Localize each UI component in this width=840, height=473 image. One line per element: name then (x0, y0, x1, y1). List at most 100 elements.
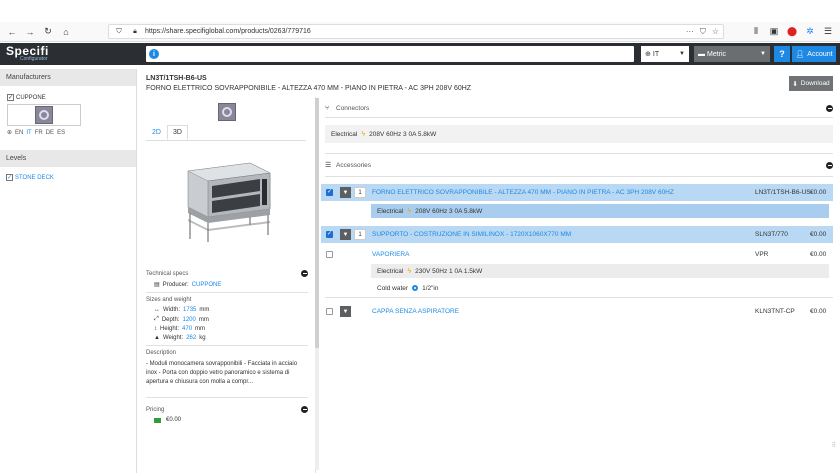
sidebar-icon[interactable]: ▣ (768, 25, 780, 37)
accessory-checkbox[interactable] (326, 308, 333, 315)
address-bar[interactable]: ⛉ 🔒︎ https://share.specifiglobal.com/pro… (108, 24, 724, 39)
accessory-checkbox[interactable] (326, 251, 333, 258)
menu-icon[interactable]: ☰ (822, 25, 834, 37)
extension-icon[interactable]: ✲ (804, 25, 816, 37)
depth-line: ⤢ Depth: 1200 mm (154, 316, 209, 323)
width-arrows-icon: ↔ (154, 307, 160, 313)
manufacturer-logo (218, 103, 236, 121)
info-icon[interactable]: i (149, 49, 159, 59)
description-text: - Moduli monocamera sovrapponibili - Fac… (146, 361, 298, 385)
accessory-code: SLN3T/770 (755, 231, 788, 238)
technical-specs: Technical specs ▤ Producer: CUPPONE Size… (146, 270, 308, 426)
lang-fr[interactable]: FR (35, 130, 43, 136)
collapse-icon[interactable] (826, 161, 833, 169)
product-name: FORNO ELETTRICO SOVRAPPONIBILE - ALTEZZA… (146, 85, 472, 92)
quantity-input[interactable]: 1 (354, 187, 366, 198)
home-icon[interactable]: ⌂ (60, 26, 72, 38)
quantity-input[interactable]: 1 (354, 229, 366, 240)
url-text[interactable]: https://share.specifiglobal.com/products… (145, 28, 311, 35)
ruler-icon: ▬ (698, 50, 705, 58)
library-icon[interactable]: ⫴ (750, 25, 762, 37)
reload-icon[interactable]: ↻ (42, 26, 54, 38)
specifi-logo[interactable]: Specifi Configurator (0, 45, 60, 62)
tab-2d[interactable]: 2D (146, 125, 167, 140)
accessory-row[interactable]: ▼ 1 FORNO ELETTRICO SOVRAPPONIBILE - ALT… (321, 184, 833, 201)
globe-icon: ⊕ (645, 51, 651, 58)
product-detail-panel: 2D 3D Technical specs ▤ Producer: CUPPON… (140, 97, 316, 473)
page-actions-icon[interactable]: ··· (686, 27, 694, 37)
accessory-name[interactable]: SUPPORTO - COSTRUZIONE IN SIMILINOX - 17… (372, 231, 571, 238)
manufacturer-card[interactable]: ✓ CUPPONE ⊕ EN IT FR DE ES (7, 94, 136, 136)
chevron-down-icon[interactable]: ▼ (340, 187, 351, 198)
manufacturer-name: CUPPONE (16, 94, 46, 101)
lang-es[interactable]: ES (57, 130, 65, 136)
accessory-name[interactable]: FORNO ELETTRICO SOVRAPPONIBILE - ALTEZZA… (372, 189, 674, 196)
accessories-header[interactable]: ☰ Accessories (325, 158, 833, 172)
height-line: ↕ Height: 470 mm (154, 326, 206, 332)
resize-handle-icon[interactable]: ⠿ (832, 442, 836, 449)
lock-icon: 🔒︎ (133, 27, 137, 35)
accessory-row[interactable]: ▼ CAPPA SENZA ASPIRATORE KLN3TNT-CP €0.0… (321, 303, 833, 320)
accessory-code: KLN3TNT-CP (755, 308, 795, 315)
left-scrollbar[interactable] (315, 98, 319, 470)
width-line: ↔ Width: 1735 mm (154, 307, 210, 313)
search-input[interactable]: i (146, 46, 634, 62)
pocket-icon[interactable]: ⛉ (700, 27, 706, 37)
download-button[interactable]: ⬇ Download (789, 76, 833, 91)
id-card-icon: ▤ (154, 282, 160, 288)
bookmark-star-icon[interactable]: ☆ (712, 27, 719, 37)
accessory-price: €0.00 (810, 251, 827, 258)
money-icon (154, 417, 161, 423)
weight-line: ▲ Weight: 262 kg (154, 335, 206, 341)
description-title: Description (146, 350, 177, 356)
accessory-connector: Cold water 1/2"in (377, 284, 439, 292)
chevron-down-icon: ▼ (760, 51, 766, 57)
level-stone-deck[interactable]: ✓ STONE DECK (0, 174, 136, 181)
accessory-price: €0.00 (810, 308, 827, 315)
depth-arrow-icon: ⤢ (154, 316, 159, 322)
accessory-code: VPR (755, 251, 769, 258)
accessory-row[interactable]: VAPORIERA VPR €0.00 (321, 246, 833, 263)
lang-en[interactable]: EN (15, 130, 23, 136)
language-list: ⊕ EN IT FR DE ES (7, 129, 136, 137)
level-checkbox[interactable]: ✓ (6, 174, 13, 181)
download-icon: ⬇ (792, 80, 798, 88)
accessory-name[interactable]: VAPORIERA (372, 251, 409, 258)
forward-icon[interactable]: → (24, 26, 36, 38)
collapse-icon[interactable] (826, 104, 833, 112)
technical-specs-title: Technical specs (146, 270, 189, 277)
chevron-down-icon: ▼ (679, 51, 685, 57)
shield-icon: ⛉ (116, 27, 122, 35)
accessory-row[interactable]: ▼ 1 SUPPORTO - COSTRUZIONE IN SIMILINOX … (321, 226, 833, 243)
back-icon[interactable]: ← (6, 26, 18, 38)
producer-link[interactable]: CUPPONE (192, 282, 222, 288)
levels-title: Levels (0, 150, 136, 167)
product-code: LN3T/1TSH-B6-US (146, 75, 207, 82)
accessory-connector: Electrical ϟ 230V 50Hz 1 0A 1.5kW (371, 264, 829, 278)
globe-icon: ⊕ (7, 130, 13, 136)
connectors-header[interactable]: ⑂ Connectors (325, 101, 833, 115)
language-select[interactable]: ⊕ IT ▼ (641, 46, 689, 62)
manufacturers-title: Manufacturers (0, 69, 136, 86)
collapse-icon[interactable] (301, 406, 308, 413)
help-button[interactable]: ? (774, 46, 790, 62)
user-icon: 👤︎ (795, 51, 805, 58)
tab-3d[interactable]: 3D (166, 125, 188, 140)
units-select[interactable]: ▬ Metric ▼ (694, 46, 770, 62)
account-button[interactable]: 👤︎ Account (792, 46, 836, 62)
accessory-checkbox[interactable] (326, 188, 333, 196)
adblock-icon[interactable]: ⬤ (786, 25, 798, 37)
chevron-down-icon[interactable]: ▼ (340, 229, 351, 240)
manufacturer-checkbox[interactable]: ✓ (7, 94, 14, 101)
product-image (187, 162, 271, 242)
collapse-icon[interactable] (301, 270, 308, 277)
chevron-down-icon[interactable]: ▼ (340, 306, 351, 317)
accessory-price: €0.00 (810, 231, 827, 238)
list-icon: ☰ (325, 162, 332, 169)
accessory-name[interactable]: CAPPA SENZA ASPIRATORE (372, 308, 459, 315)
lang-de[interactable]: DE (46, 130, 54, 136)
accessory-checkbox[interactable] (326, 230, 333, 238)
lang-it[interactable]: IT (26, 130, 31, 136)
plug-icon: ⑂ (325, 104, 330, 112)
height-arrows-icon: ↕ (154, 326, 157, 332)
